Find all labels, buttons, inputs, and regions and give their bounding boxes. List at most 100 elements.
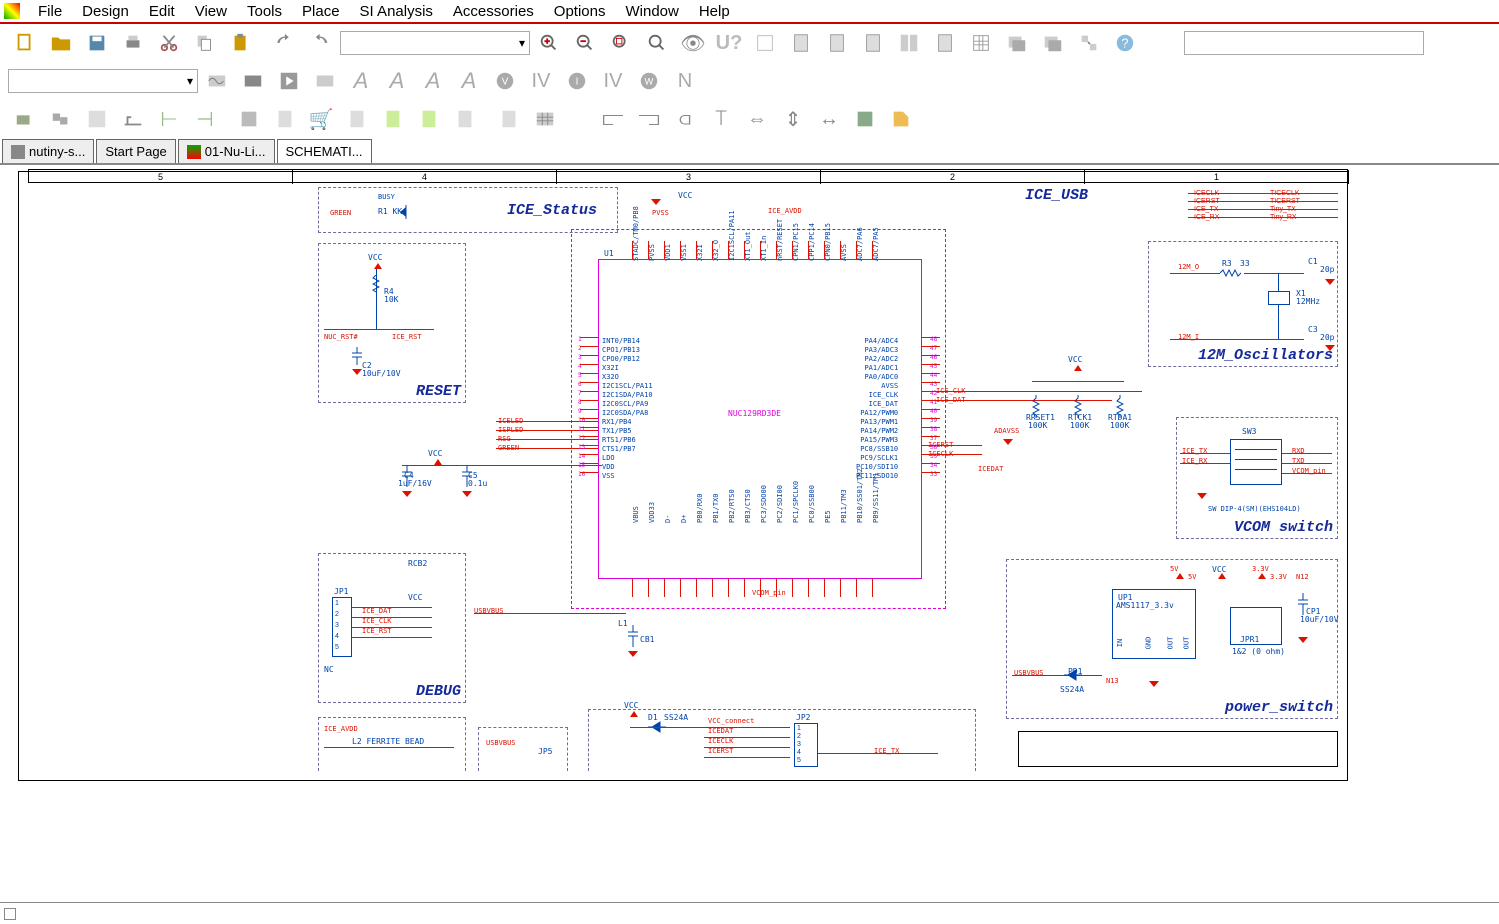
- place-page3-icon[interactable]: [376, 102, 410, 136]
- menu-edit[interactable]: Edit: [139, 1, 185, 22]
- menu-si-analysis[interactable]: SI Analysis: [350, 1, 443, 22]
- zoom-fit-button[interactable]: [640, 26, 674, 60]
- menu-design[interactable]: Design: [72, 1, 139, 22]
- tab-schematic-label: SCHEMATI...: [286, 144, 363, 159]
- snap-icon[interactable]: ↔: [812, 102, 846, 136]
- place-page1-icon[interactable]: [268, 102, 302, 136]
- ivisual-icon[interactable]: IV: [524, 64, 558, 98]
- svg-text:I: I: [576, 77, 579, 88]
- scope3-icon[interactable]: [308, 64, 342, 98]
- tab-startpage[interactable]: Start Page: [96, 139, 175, 163]
- place-page2-icon[interactable]: [340, 102, 374, 136]
- tool-link-icon[interactable]: [1072, 26, 1106, 60]
- place-wire-icon[interactable]: [80, 102, 114, 136]
- tool-layer2-icon[interactable]: [1036, 26, 1070, 60]
- menu-help[interactable]: Help: [689, 1, 740, 22]
- menu-accessories[interactable]: Accessories: [443, 1, 544, 22]
- save-button[interactable]: [80, 26, 114, 60]
- probe3-icon[interactable]: A: [416, 64, 450, 98]
- part-combo[interactable]: ▾: [340, 31, 530, 55]
- block-ice-status: ICE_Status: [318, 187, 618, 233]
- grid-toggle-icon[interactable]: [848, 102, 882, 136]
- place-bus-icon[interactable]: [116, 102, 150, 136]
- place-conn2-icon[interactable]: ⊣: [188, 102, 222, 136]
- eye-icon[interactable]: 👁: [676, 26, 710, 60]
- part-c2v: 10uF/10V: [362, 369, 401, 378]
- tool-doc3-icon[interactable]: [856, 26, 890, 60]
- menu-file[interactable]: File: [28, 1, 72, 22]
- align-center-icon[interactable]: ⫎: [632, 102, 666, 136]
- paste-button[interactable]: [224, 26, 258, 60]
- place-cart-icon[interactable]: 🛒: [304, 102, 338, 136]
- tab-schematic[interactable]: SCHEMATI...: [277, 139, 372, 163]
- tool-layer1-icon[interactable]: [1000, 26, 1034, 60]
- place-text-icon[interactable]: [232, 102, 266, 136]
- open-button[interactable]: [44, 26, 78, 60]
- layer-combo[interactable]: ▾: [8, 69, 198, 93]
- place-page4-icon[interactable]: [412, 102, 446, 136]
- tool-net-icon[interactable]: [748, 26, 782, 60]
- label-reset: RESET: [416, 383, 461, 400]
- tag-icon[interactable]: [884, 102, 918, 136]
- redo-button[interactable]: [304, 26, 338, 60]
- play-icon[interactable]: [272, 64, 306, 98]
- distribute-v-icon[interactable]: ⇕: [776, 102, 810, 136]
- nvisual-icon[interactable]: N: [668, 64, 702, 98]
- copy-button[interactable]: [188, 26, 222, 60]
- scope2-icon[interactable]: [236, 64, 270, 98]
- probe4-icon[interactable]: A: [452, 64, 486, 98]
- menu-options[interactable]: Options: [544, 1, 616, 22]
- distribute-h-icon[interactable]: ⇔: [740, 102, 774, 136]
- tool-doc2-icon[interactable]: [820, 26, 854, 60]
- tool-u-icon[interactable]: U?: [712, 26, 746, 60]
- align-top-icon[interactable]: ⟙: [704, 102, 738, 136]
- place-part-icon[interactable]: [8, 102, 42, 136]
- scope1-icon[interactable]: [200, 64, 234, 98]
- schematic-canvas[interactable]: 5 4 3 2 1 ICE_Status GREEN BUSY R1 KK RE…: [0, 164, 1499, 894]
- tool-grid-icon[interactable]: [964, 26, 998, 60]
- ruler-2: 2: [821, 170, 1085, 184]
- part-r3v: 33: [1240, 259, 1250, 268]
- net-nuc-rst: NUC_RST#: [324, 333, 358, 341]
- place-page6-icon[interactable]: [492, 102, 526, 136]
- chip-name: NUC129RD3DE: [728, 409, 781, 418]
- watt-probe-icon[interactable]: W: [632, 64, 666, 98]
- volt-probe-icon[interactable]: V: [488, 64, 522, 98]
- tvisual-icon[interactable]: IV: [596, 64, 630, 98]
- tab-nulink[interactable]: 01-Nu-Li...: [178, 139, 275, 163]
- align-right-icon[interactable]: ⫏: [668, 102, 702, 136]
- cut-button[interactable]: [152, 26, 186, 60]
- zoom-in-button[interactable]: [532, 26, 566, 60]
- net-ice-clk-d: ICE_CLK: [362, 617, 392, 625]
- place-page5-icon[interactable]: [448, 102, 482, 136]
- net-rsg: RSG: [498, 435, 511, 443]
- menu-place[interactable]: Place: [292, 1, 350, 22]
- part-up1v: AMS1117_3.3v: [1116, 601, 1174, 610]
- help-button[interactable]: ?: [1108, 26, 1142, 60]
- tool-doc4-icon[interactable]: [928, 26, 962, 60]
- zoom-out-button[interactable]: [568, 26, 602, 60]
- tab-nutiny[interactable]: nutiny-s...: [2, 139, 94, 163]
- net-green: GREEN: [330, 209, 351, 217]
- part-rtda1v: 100K: [1110, 421, 1129, 430]
- probe2-icon[interactable]: A: [380, 64, 414, 98]
- print-button[interactable]: [116, 26, 150, 60]
- vcc-top: VCC: [678, 191, 692, 200]
- zoom-area-button[interactable]: [604, 26, 638, 60]
- search-combo[interactable]: [1184, 31, 1424, 55]
- align-left-icon[interactable]: ⫍: [596, 102, 630, 136]
- tool-book-icon[interactable]: [892, 26, 926, 60]
- place-conn1-icon[interactable]: ⊢: [152, 102, 186, 136]
- current-probe-icon[interactable]: I: [560, 64, 594, 98]
- menu-tools[interactable]: Tools: [237, 1, 292, 22]
- menu-window[interactable]: Window: [615, 1, 688, 22]
- place-symbol-icon[interactable]: [44, 102, 78, 136]
- ruler-5: 5: [29, 170, 293, 184]
- place-table-icon[interactable]: [528, 102, 562, 136]
- tool-doc1-icon[interactable]: [784, 26, 818, 60]
- new-button[interactable]: [8, 26, 42, 60]
- probe1-icon[interactable]: A: [344, 64, 378, 98]
- menu-view[interactable]: View: [185, 1, 237, 22]
- undo-button[interactable]: [268, 26, 302, 60]
- part-r4v: 10K: [384, 295, 398, 304]
